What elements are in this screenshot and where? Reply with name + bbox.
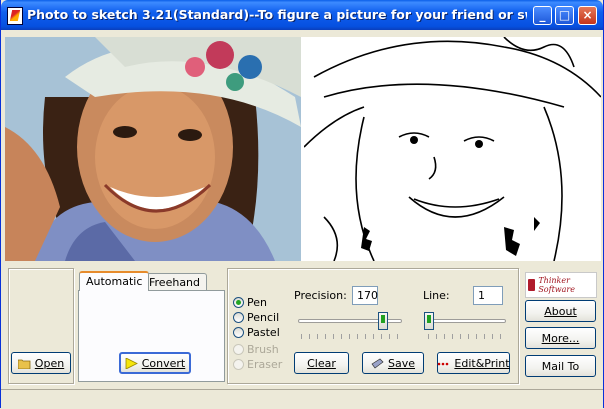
window-title: Photo to sketch 3.21(Standard)--To figur… [27,7,527,22]
radio-pencil[interactable]: Pencil [233,310,279,325]
radio-pastel-label: Pastel [247,326,280,339]
sketch-preview[interactable] [304,37,601,261]
save-disk-icon [371,358,384,369]
app-icon[interactable] [7,7,23,25]
close-button[interactable]: × [578,6,597,25]
precision-slider-thumb[interactable] [377,312,388,330]
precision-value[interactable]: 170 [352,286,378,305]
more-button[interactable]: More... [525,327,596,349]
image-area [5,37,601,261]
edit-print-icon [437,358,450,369]
app-window: Photo to sketch 3.21(Standard)--To figur… [0,0,604,409]
radio-brush-indicator [233,344,244,355]
radio-brush-label: Brush [247,343,279,356]
logo-text: Thinker Software [538,276,575,294]
radio-pen-indicator [233,297,244,308]
about-button-label: About [544,304,577,318]
line-slider-ticks [428,334,504,339]
edit-print-button-label: Edit&Print [454,356,510,370]
original-photo[interactable] [5,37,301,261]
shopping-bag-icon [528,279,536,291]
precision-label: Precision: [294,289,347,302]
radio-eraser: Eraser [233,357,282,372]
radio-pencil-indicator [233,312,244,323]
radio-eraser-indicator [233,359,244,370]
title-bar[interactable]: Photo to sketch 3.21(Standard)--To figur… [1,0,603,30]
line-slider-track[interactable] [424,319,506,323]
save-button[interactable]: Save [362,352,424,374]
minimize-button[interactable]: _ [533,6,552,25]
radio-pen-label: Pen [247,296,267,309]
save-button-label: Save [387,356,415,370]
line-value[interactable]: 1 [473,286,503,305]
more-button-label: More... [541,331,580,345]
line-label: Line: [423,289,450,302]
convert-button[interactable]: Convert [119,352,191,374]
open-button[interactable]: Open [11,352,71,374]
play-arrow-icon [125,356,138,370]
edit-print-button[interactable]: Edit&Print [437,352,510,374]
about-button[interactable]: About [525,300,596,322]
radio-pastel[interactable]: Pastel [233,325,280,340]
maximize-button[interactable]: □ [555,6,574,25]
clear-button[interactable]: Clear [294,352,349,374]
folder-icon [17,358,31,369]
radio-pen[interactable]: Pen [233,295,267,310]
precision-slider-ticks [301,334,401,339]
portrait-photo-image [5,37,301,261]
tab-automatic[interactable]: Automatic [79,271,150,291]
thinker-software-logo[interactable]: Thinker Software [525,272,597,298]
radio-brush: Brush [233,342,279,357]
radio-eraser-label: Eraser [247,358,283,371]
open-button-label: Open [34,356,65,370]
radio-pastel-indicator [233,327,244,338]
convert-button-label: Convert [141,356,186,370]
line-slider-thumb[interactable] [424,312,434,330]
mail-to-button-label: Mail To [541,359,580,373]
radio-pencil-label: Pencil [247,311,280,324]
status-bar [1,389,603,409]
sketch-image [304,37,601,261]
clear-button-label: Clear [307,356,336,370]
mail-to-button[interactable]: Mail To [525,355,596,377]
